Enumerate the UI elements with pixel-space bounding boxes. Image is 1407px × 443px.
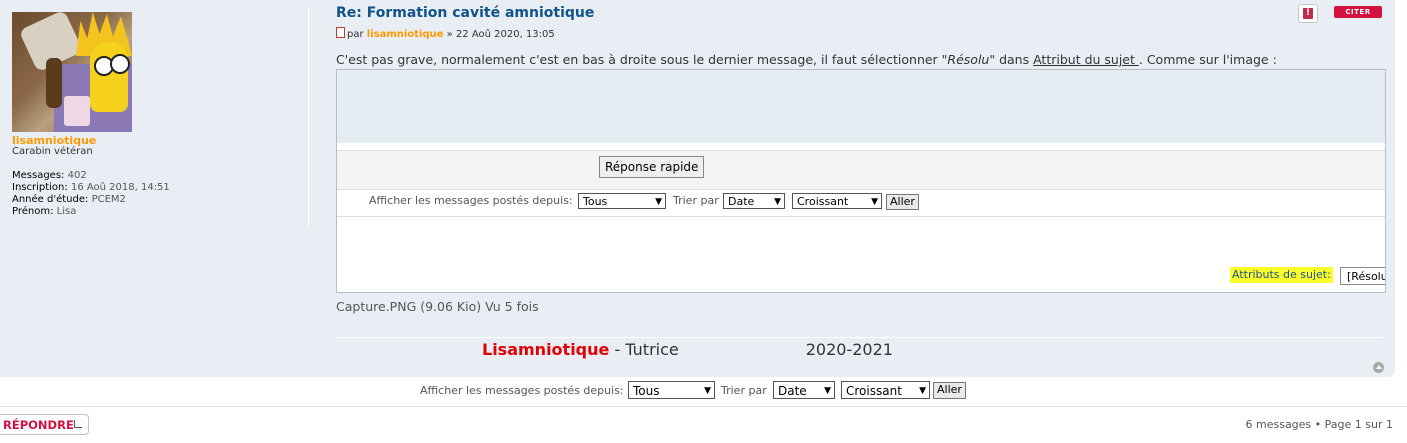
back-to-top-icon[interactable]	[1373, 362, 1384, 373]
avatar-eye	[110, 54, 130, 74]
post-title[interactable]: Re: Formation cavité amniotique	[336, 4, 594, 22]
reply-label: RÉPONDRE	[3, 418, 74, 432]
profile-row-year: Année d'étude: PCEM2	[12, 194, 170, 206]
profile-label: Messages:	[12, 170, 65, 181]
report-button[interactable]: !	[1298, 4, 1318, 23]
content-text-after: . Comme sur l'image :	[1138, 52, 1277, 67]
post-icon[interactable]	[336, 27, 345, 38]
screenshot-go-button: Aller	[886, 194, 919, 210]
post-container: lisamniotique Carabin vétéran Messages: …	[0, 0, 1395, 377]
chevron-down-icon: ▼	[919, 386, 926, 396]
embedded-screenshot[interactable]: Réponse rapide Afficher les messages pos…	[336, 69, 1386, 293]
chevron-down-icon: ▼	[871, 197, 878, 207]
report-icon: !	[1303, 8, 1313, 19]
avatar-coffee-stream	[46, 58, 62, 108]
screenshot-attr-select: [Résolu	[1340, 267, 1385, 285]
signature-name: Lisamniotique	[482, 340, 610, 359]
profile-row-firstname: Prénom: Lisa	[12, 206, 170, 218]
profile-value: 402	[67, 170, 87, 181]
screenshot-quick-reply-bar	[337, 150, 1385, 190]
select-value: Date	[778, 384, 807, 398]
profile-row-registration: Inscription: 16 Aoû 2018, 14:51	[12, 182, 170, 194]
bottom-sort-bar: Afficher les messages postés depuis: Tou…	[0, 379, 1407, 405]
reply-arrow-icon	[74, 420, 82, 428]
since-select[interactable]: Tous ▼	[628, 381, 715, 399]
chevron-down-icon: ▼	[824, 386, 831, 396]
post-author[interactable]: lisamniotique	[367, 29, 444, 40]
content-link: Attribut du sujet	[1033, 52, 1139, 67]
screenshot-header	[337, 70, 1385, 143]
profile-value: PCEM2	[91, 194, 126, 205]
sort-select[interactable]: Date ▼	[773, 381, 835, 399]
attachment-info: Capture.PNG (9.06 Kio) Vu 5 fois	[336, 299, 539, 314]
select-value: Date	[728, 195, 755, 208]
screenshot-attr-label: Attributs de sujet:	[1230, 267, 1333, 283]
post-content: C'est pas grave, normalement c'est en ba…	[336, 51, 1277, 68]
go-button[interactable]: Aller	[933, 382, 966, 399]
screenshot-since-label: Afficher les messages postés depuis:	[369, 194, 573, 207]
post-date: » 22 Aoû 2020, 13:05	[446, 29, 555, 40]
profile-divider	[308, 8, 309, 228]
screenshot-sortby-label: Trier par	[673, 194, 719, 207]
select-value: Croissant	[846, 384, 902, 398]
profile-label: Prénom:	[12, 206, 54, 217]
profile-value: 16 Aoû 2018, 14:51	[70, 182, 170, 193]
sortby-label: Trier par	[721, 384, 767, 397]
avatar-mug	[64, 96, 90, 126]
user-avatar[interactable]	[12, 12, 132, 132]
bottom-separator	[0, 406, 1407, 407]
reply-button[interactable]: RÉPONDRE	[0, 414, 89, 435]
quote-button[interactable]: CITER	[1334, 6, 1382, 18]
profile-row-messages: Messages: 402	[12, 170, 170, 182]
select-value: Croissant	[797, 195, 849, 208]
screenshot-sort-select: Date ▼	[723, 193, 785, 209]
profile-label: Année d'étude:	[12, 194, 89, 205]
profile-value: Lisa	[56, 206, 77, 217]
select-value: Tous	[583, 195, 608, 208]
avatar-face	[90, 42, 128, 112]
signature-year: 2020-2021	[805, 340, 893, 359]
chevron-down-icon: ▼	[704, 386, 711, 396]
post-author-line: par lisamniotique » 22 Aoû 2020, 13:05	[336, 26, 555, 42]
user-rank: Carabin vétéran	[12, 146, 93, 157]
since-label: Afficher les messages postés depuis:	[420, 384, 624, 397]
profile-label: Inscription:	[12, 182, 68, 193]
by-label: par	[347, 29, 364, 40]
select-value: Tous	[633, 384, 660, 398]
pagination-info: 6 messages • Page 1 sur 1	[1245, 418, 1394, 431]
signature-divider	[336, 337, 1383, 338]
user-profile: Messages: 402 Inscription: 16 Aoû 2018, …	[12, 170, 170, 218]
chevron-down-icon: ▼	[774, 197, 781, 207]
screenshot-order-select: Croissant ▼	[792, 193, 882, 209]
screenshot-quick-reply-button: Réponse rapide	[599, 156, 705, 178]
order-select[interactable]: Croissant ▼	[841, 381, 930, 399]
signature: Lisamniotique - Tutrice 2020-2021	[482, 340, 893, 360]
content-italic: Résolu	[947, 52, 990, 67]
content-text-mid: " dans	[989, 52, 1034, 67]
chevron-down-icon: ▼	[655, 197, 662, 207]
signature-role: - Tutrice	[609, 340, 679, 359]
content-text-before: C'est pas grave, normalement c'est en ba…	[336, 52, 948, 67]
screenshot-since-select: Tous ▼	[578, 193, 666, 209]
